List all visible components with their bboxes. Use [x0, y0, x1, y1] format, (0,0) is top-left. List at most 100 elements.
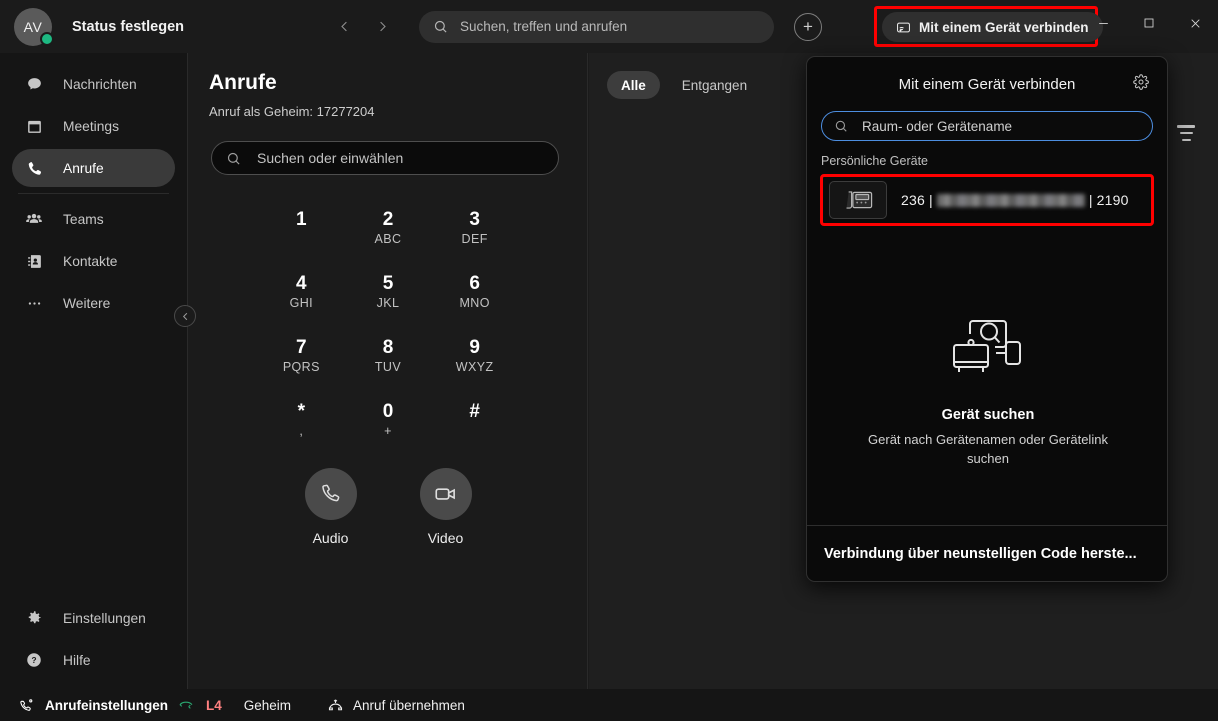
search-icon — [834, 119, 848, 133]
status-bar: Anrufeinstellungen L4 Geheim Anruf übern… — [0, 689, 1218, 721]
device-separator-2: | — [1089, 192, 1093, 208]
video-call-button[interactable]: Video — [420, 468, 472, 546]
audio-call-button[interactable]: Audio — [305, 468, 357, 546]
dialpad-key-5-num: 5 — [345, 273, 432, 295]
sidebar-item-meetings[interactable]: Meetings — [12, 107, 175, 145]
phone-icon — [24, 160, 44, 177]
app-window: AV Status festlegen Suchen, treffen und … — [0, 0, 1218, 721]
device-list-item[interactable]: 236 | | 2190 — [820, 174, 1154, 226]
avatar-initials: AV — [24, 19, 43, 35]
audio-call-label: Audio — [305, 530, 357, 546]
device-name-redacted — [937, 194, 1085, 207]
dialpad-key-1[interactable]: 1 — [258, 203, 345, 254]
dialpad-key-6[interactable]: 6MNO — [431, 267, 518, 318]
sidebar-item-einstellungen[interactable]: Einstellungen — [12, 599, 176, 637]
privacy-indicator[interactable]: Geheim — [244, 698, 291, 713]
dialpad: 1 2ABC 3DEF 4GHI 5JKL 6MNO 7PQRS 8TUV 9W… — [258, 203, 518, 446]
dialpad-key-9[interactable]: 9WXYZ — [431, 331, 518, 382]
personal-devices-label: Persönliche Geräte — [821, 154, 1167, 168]
sidebar-item-anrufe[interactable]: Anrufe — [12, 149, 175, 187]
dialpad-key-2[interactable]: 2ABC — [345, 203, 432, 254]
sidebar-item-weitere[interactable]: Weitere — [12, 284, 175, 322]
device-search-input[interactable]: Raum- oder Gerätename — [821, 111, 1153, 141]
dialpad-key-1-num: 1 — [258, 209, 345, 231]
dialpad-key-5[interactable]: 5JKL — [345, 267, 432, 318]
dialpad-key-4-num: 4 — [258, 273, 345, 295]
call-pickup-button[interactable]: Anruf übernehmen — [327, 698, 465, 713]
call-pickup-label: Anruf übernehmen — [353, 698, 465, 713]
device-finder-description: Gerät nach Gerätenamen oder Gerätelink s… — [857, 430, 1119, 468]
dialpad-key-3-num: 3 — [431, 209, 518, 231]
maximize-icon — [1143, 17, 1155, 29]
dialpad-key-3[interactable]: 3DEF — [431, 203, 518, 254]
dialpad-key-0[interactable]: 0+ — [345, 395, 432, 446]
page-title: Anrufe — [209, 71, 587, 95]
desk-phone-icon — [829, 181, 887, 219]
navigation-arrows — [329, 12, 397, 42]
chevron-left-icon — [337, 19, 352, 34]
tab-entgangen[interactable]: Entgangen — [668, 71, 761, 99]
dialpad-key-7-sub: PQRS — [258, 359, 345, 376]
device-extension-suffix: 2190 — [1097, 192, 1129, 208]
connect-to-device-label: Mit einem Gerät verbinden — [919, 20, 1089, 35]
dialpad-key-0-num: 0 — [345, 401, 432, 423]
maximize-button[interactable] — [1126, 0, 1172, 46]
set-status-button[interactable]: Status festlegen — [72, 19, 184, 35]
dial-search-input[interactable]: Suchen oder einwählen — [211, 141, 559, 175]
new-item-button[interactable]: + — [794, 13, 822, 41]
tab-alle[interactable]: Alle — [607, 71, 660, 99]
dialpad-key-hash[interactable]: # — [431, 395, 518, 446]
chevron-right-icon — [375, 19, 390, 34]
back-button[interactable] — [329, 12, 359, 42]
plus-icon: + — [803, 18, 813, 35]
tab-entgangen-label: Entgangen — [682, 78, 747, 93]
close-button[interactable] — [1172, 0, 1218, 46]
connect-with-code-label: Verbindung über neunstelligen Code herst… — [824, 546, 1137, 562]
dialpad-key-hash-num: # — [431, 401, 518, 423]
dialpad-key-4[interactable]: 4GHI — [258, 267, 345, 318]
sidebar-item-teams[interactable]: Teams — [12, 200, 175, 238]
contacts-icon — [24, 253, 44, 270]
sidebar-item-kontakte[interactable]: Kontakte — [12, 242, 175, 280]
forwarding-icon — [178, 697, 194, 714]
chevron-left-icon — [180, 311, 191, 322]
connect-to-device-button[interactable]: Mit einem Gerät verbinden — [882, 12, 1103, 42]
dialpad-key-8-num: 8 — [345, 337, 432, 359]
sidebar: Nachrichten Meetings Anrufe Teams — [0, 53, 188, 689]
presence-indicator-icon — [40, 32, 54, 46]
line-indicator[interactable]: L4 — [206, 698, 222, 713]
window-controls — [1080, 0, 1218, 46]
filter-icon[interactable] — [1176, 125, 1196, 141]
popup-header: Mit einem Gerät verbinden — [807, 57, 1167, 111]
chat-icon — [24, 76, 44, 93]
call-action-buttons: Audio Video — [273, 468, 503, 546]
connect-with-code-link[interactable]: Verbindung über neunstelligen Code herst… — [807, 525, 1168, 581]
global-search-input[interactable]: Suchen, treffen und anrufen — [419, 11, 774, 43]
video-call-label: Video — [420, 530, 472, 546]
dialpad-key-star-sub: , — [258, 423, 345, 440]
dialpad-key-7[interactable]: 7PQRS — [258, 331, 345, 382]
sidebar-collapse-button[interactable] — [174, 305, 196, 327]
sidebar-item-hilfe[interactable]: ? Hilfe — [12, 641, 176, 679]
connect-device-popup: Mit einem Gerät verbinden Raum- oder Ger… — [806, 56, 1168, 582]
sidebar-label-meetings: Meetings — [63, 119, 119, 134]
minimize-button[interactable] — [1080, 0, 1126, 46]
people-icon — [24, 210, 44, 228]
device-search-placeholder: Raum- oder Gerätename — [862, 119, 1012, 134]
call-settings-button[interactable]: Anrufeinstellungen — [18, 697, 194, 714]
dialpad-key-star[interactable]: *, — [258, 395, 345, 446]
help-icon: ? — [24, 651, 44, 669]
device-finder-section: Gerät suchen Gerät nach Gerätenamen oder… — [807, 312, 1168, 468]
call-pickup-icon — [327, 698, 344, 713]
dialpad-key-6-sub: MNO — [431, 295, 518, 312]
dialpad-key-8[interactable]: 8TUV — [345, 331, 432, 382]
forward-button[interactable] — [367, 12, 397, 42]
sidebar-item-nachrichten[interactable]: Nachrichten — [12, 65, 175, 103]
gear-icon[interactable] — [1133, 74, 1149, 95]
gear-icon — [24, 609, 44, 627]
sidebar-label-weitere: Weitere — [63, 296, 110, 311]
avatar[interactable]: AV — [14, 8, 52, 46]
dialpad-key-0-sub: + — [345, 423, 432, 440]
more-dots-icon — [24, 295, 44, 312]
sidebar-bottom-group: Einstellungen ? Hilfe — [0, 599, 188, 679]
